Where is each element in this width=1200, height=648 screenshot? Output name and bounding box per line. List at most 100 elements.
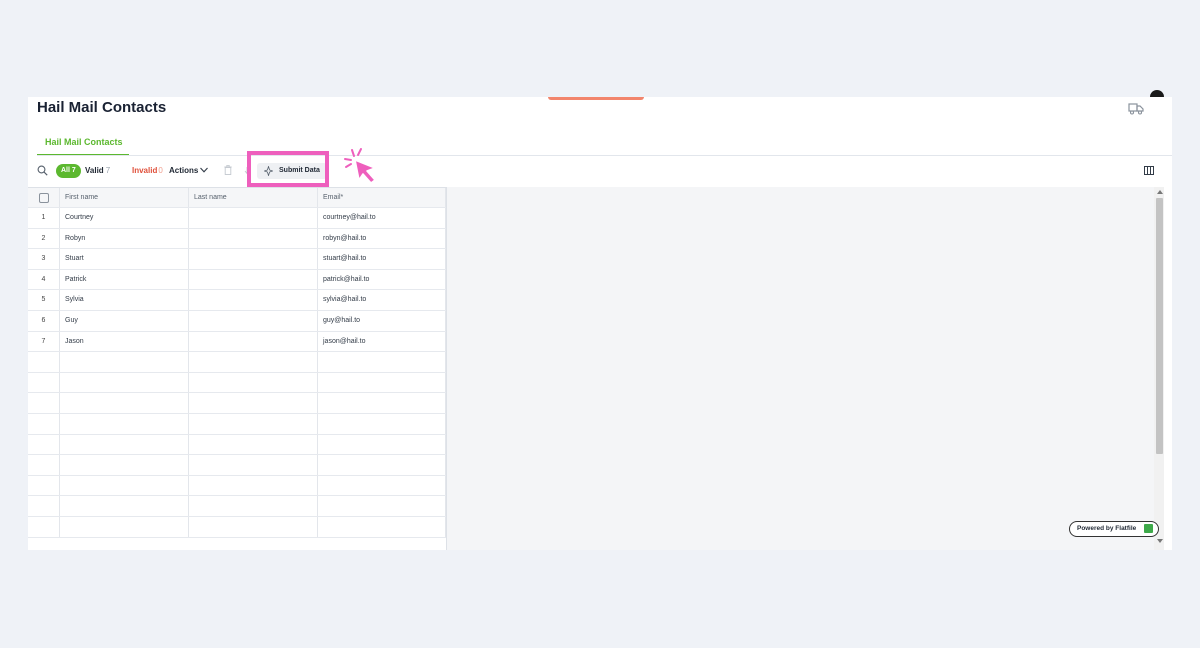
table-row[interactable] bbox=[28, 434, 446, 456]
email-cell[interactable]: sylvia@hail.to bbox=[318, 290, 446, 310]
last-name-cell[interactable] bbox=[189, 455, 318, 475]
trash-icon[interactable] bbox=[224, 165, 232, 175]
filter-valid-count: 7 bbox=[105, 166, 111, 175]
submit-highlight-box bbox=[247, 151, 329, 187]
first-name-cell[interactable] bbox=[60, 475, 189, 496]
table-row[interactable] bbox=[28, 413, 446, 435]
last-name-cell[interactable] bbox=[189, 475, 318, 496]
first-name-cell[interactable]: Guy bbox=[60, 310, 189, 331]
truck-icon[interactable] bbox=[1128, 101, 1144, 115]
row-index: 1 bbox=[28, 208, 60, 228]
row-index bbox=[28, 372, 60, 393]
first-name-cell[interactable]: Patrick bbox=[60, 269, 189, 290]
filter-invalid-count: 0 bbox=[158, 166, 163, 175]
first-name-cell[interactable]: Courtney bbox=[60, 208, 189, 228]
tab-hail-mail-contacts[interactable]: Hail Mail Contacts bbox=[37, 128, 129, 156]
table-row[interactable]: 3 Stuart stuart@hail.to bbox=[28, 249, 446, 270]
cursor-pointer-icon bbox=[344, 148, 376, 184]
first-name-cell[interactable]: Robyn bbox=[60, 228, 189, 249]
first-name-cell[interactable] bbox=[60, 393, 189, 413]
column-header-last-name[interactable]: Last name bbox=[189, 188, 318, 207]
filter-all-button[interactable]: All 7 bbox=[56, 164, 81, 178]
email-cell[interactable] bbox=[318, 475, 446, 496]
email-cell[interactable] bbox=[318, 516, 446, 537]
search-icon[interactable] bbox=[37, 165, 48, 176]
table-row[interactable] bbox=[28, 372, 446, 394]
table-row[interactable] bbox=[28, 475, 446, 497]
row-index bbox=[28, 434, 60, 455]
last-name-cell[interactable] bbox=[189, 516, 318, 537]
email-cell[interactable]: courtney@hail.to bbox=[318, 208, 446, 228]
row-index bbox=[28, 352, 60, 372]
first-name-cell[interactable] bbox=[60, 496, 189, 516]
email-cell[interactable]: jason@hail.to bbox=[318, 331, 446, 352]
email-cell[interactable]: patrick@hail.to bbox=[318, 269, 446, 290]
email-cell[interactable]: stuart@hail.to bbox=[318, 249, 446, 269]
row-index bbox=[28, 413, 60, 434]
table-row[interactable] bbox=[28, 352, 446, 373]
first-name-cell[interactable] bbox=[60, 413, 189, 434]
last-name-cell[interactable] bbox=[189, 269, 318, 290]
first-name-cell[interactable] bbox=[60, 352, 189, 372]
last-name-cell[interactable] bbox=[189, 290, 318, 310]
scroll-up-arrow-icon[interactable] bbox=[1157, 190, 1163, 194]
scrollbar-thumb[interactable] bbox=[1156, 198, 1163, 454]
toolbar: All 7 Valid 7 Invalid0 Actions Submit Dat… bbox=[28, 148, 1172, 187]
first-name-cell[interactable]: Sylvia bbox=[60, 290, 189, 310]
column-header-first-name[interactable]: First name bbox=[60, 188, 189, 207]
column-header-email[interactable]: Email* bbox=[318, 188, 446, 207]
chevron-down-icon[interactable] bbox=[200, 167, 208, 173]
first-name-cell[interactable]: Jason bbox=[60, 331, 189, 352]
first-name-cell[interactable] bbox=[60, 516, 189, 537]
last-name-cell[interactable] bbox=[189, 434, 318, 455]
last-name-cell[interactable] bbox=[189, 393, 318, 413]
email-cell[interactable] bbox=[318, 496, 446, 516]
page-title: Hail Mail Contacts bbox=[37, 99, 167, 116]
table-row[interactable]: 1 Courtney courtney@hail.to bbox=[28, 208, 446, 229]
email-cell[interactable] bbox=[318, 393, 446, 413]
actions-menu-button[interactable]: Actions bbox=[169, 159, 198, 183]
table-row[interactable] bbox=[28, 516, 446, 538]
scroll-down-arrow-icon[interactable] bbox=[1157, 539, 1163, 543]
flatfile-logo-icon bbox=[1144, 524, 1153, 533]
first-name-cell[interactable]: Stuart bbox=[60, 249, 189, 269]
filter-invalid-button[interactable]: Invalid0 bbox=[132, 159, 163, 183]
table-row[interactable] bbox=[28, 455, 446, 476]
row-index bbox=[28, 496, 60, 516]
tab-divider bbox=[37, 155, 1172, 156]
table-row[interactable]: 5 Sylvia sylvia@hail.to bbox=[28, 290, 446, 311]
table-row[interactable] bbox=[28, 393, 446, 414]
last-name-cell[interactable] bbox=[189, 208, 318, 228]
email-cell[interactable] bbox=[318, 455, 446, 475]
last-name-cell[interactable] bbox=[189, 249, 318, 269]
filter-valid-button[interactable]: Valid 7 bbox=[85, 159, 110, 183]
app-frame: Hail Mail Contacts Hail Mail Contacts Al… bbox=[28, 97, 1172, 550]
first-name-cell[interactable] bbox=[60, 372, 189, 393]
first-name-cell[interactable] bbox=[60, 434, 189, 455]
columns-icon[interactable] bbox=[1144, 166, 1154, 175]
last-name-cell[interactable] bbox=[189, 228, 318, 249]
first-name-cell[interactable] bbox=[60, 455, 189, 475]
last-name-cell[interactable] bbox=[189, 372, 318, 393]
select-all-checkbox[interactable] bbox=[38, 193, 49, 203]
table-row[interactable] bbox=[28, 496, 446, 517]
data-grid: First name Last name Email* 1 Courtney cou… bbox=[28, 187, 446, 538]
last-name-cell[interactable] bbox=[189, 352, 318, 372]
email-cell[interactable] bbox=[318, 413, 446, 434]
powered-by-badge[interactable]: Powered by Flatfile bbox=[1069, 521, 1159, 537]
last-name-cell[interactable] bbox=[189, 331, 318, 352]
empty-grid-area bbox=[446, 187, 1156, 550]
table-row[interactable]: 7 Jason jason@hail.to bbox=[28, 331, 446, 353]
email-cell[interactable] bbox=[318, 434, 446, 455]
last-name-cell[interactable] bbox=[189, 496, 318, 516]
last-name-cell[interactable] bbox=[189, 310, 318, 331]
email-cell[interactable] bbox=[318, 372, 446, 393]
table-row[interactable]: 4 Patrick patrick@hail.to bbox=[28, 269, 446, 291]
last-name-cell[interactable] bbox=[189, 413, 318, 434]
row-index bbox=[28, 455, 60, 475]
table-row[interactable]: 2 Robyn robyn@hail.to bbox=[28, 228, 446, 250]
email-cell[interactable]: robyn@hail.to bbox=[318, 228, 446, 249]
table-row[interactable]: 6 Guy guy@hail.to bbox=[28, 310, 446, 332]
email-cell[interactable]: guy@hail.to bbox=[318, 310, 446, 331]
email-cell[interactable] bbox=[318, 352, 446, 372]
